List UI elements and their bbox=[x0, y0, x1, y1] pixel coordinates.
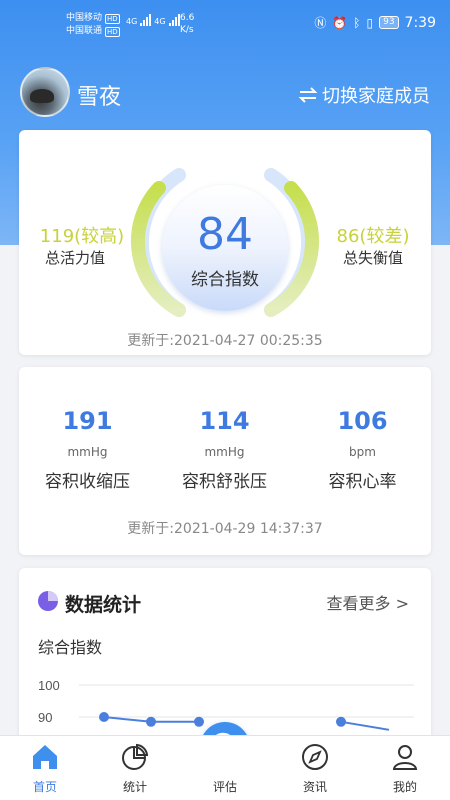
heart-rate-label: 容积心率 bbox=[328, 472, 397, 492]
network-type-1: 4G bbox=[126, 17, 138, 26]
chart-y-tick-label: 90 bbox=[38, 710, 52, 725]
nav-mine-label: 我的 bbox=[392, 780, 417, 794]
heart-rate-unit: bpm bbox=[349, 445, 376, 459]
status-bar: 中国移动 HD 中国联通 HD 4G 4G 6.6 K/s Ⓝ ⏰ ᛒ ▯ 93 7… bbox=[0, 0, 450, 50]
switch-member-button[interactable]: 切换家庭成员 bbox=[298, 82, 430, 108]
carrier-2: 中国联通 bbox=[66, 26, 103, 36]
stats-title: 数据统计 bbox=[65, 594, 142, 616]
systolic-label: 容积收缩压 bbox=[45, 472, 130, 492]
diastolic-value: 114 bbox=[199, 407, 250, 435]
heart-rate-item: 106 bpm 容积心率 bbox=[294, 407, 431, 492]
systolic-item: 191 mmHg 容积收缩压 bbox=[19, 407, 156, 492]
system-icons: Ⓝ ⏰ ᛒ ▯ 93 7:39 bbox=[314, 14, 436, 31]
see-more-link[interactable]: 查看更多 > bbox=[327, 590, 410, 614]
diastolic-label: 容积舒张压 bbox=[182, 472, 267, 492]
speed-value: 6.6 bbox=[180, 13, 195, 23]
composite-index-value: 84 bbox=[197, 209, 253, 260]
bp-updated-time: 更新于:2021-04-29 14:37:37 bbox=[127, 521, 323, 537]
chart-point bbox=[146, 716, 156, 727]
vibrate-icon: ▯ bbox=[366, 15, 374, 30]
swap-icon bbox=[298, 87, 318, 103]
signal-icon bbox=[140, 14, 152, 26]
blood-pressure-card[interactable]: 191 mmHg 容积收缩压 114 mmHg 容积舒张压 106 bpm 容积… bbox=[19, 367, 431, 555]
speed-unit: K/s bbox=[180, 25, 194, 35]
signal-icon bbox=[168, 14, 180, 26]
chart-series-line bbox=[340, 720, 390, 731]
systolic-unit: mmHg bbox=[67, 445, 108, 459]
nfc-icon: Ⓝ bbox=[314, 16, 327, 30]
heart-rate-value: 106 bbox=[337, 407, 388, 435]
nav-home-label: 首页 bbox=[32, 780, 57, 794]
vitality-value: 119(较高) bbox=[39, 226, 125, 247]
home-icon bbox=[33, 745, 57, 769]
hd-badge: HD bbox=[105, 26, 120, 37]
chart-point bbox=[99, 712, 109, 722]
nav-assess[interactable]: 评估 bbox=[180, 736, 270, 800]
alarm-icon: ⏰ bbox=[332, 15, 348, 30]
pie-chart-icon bbox=[38, 591, 58, 611]
stats-card: 数据统计 查看更多 > 综合指数 100 90 bbox=[19, 568, 431, 748]
user-name: 雪夜 bbox=[77, 85, 122, 110]
systolic-value: 191 bbox=[62, 407, 113, 435]
vitality-label: 总活力值 bbox=[44, 249, 105, 267]
composite-index-label: 综合指数 bbox=[191, 270, 259, 290]
battery-icon: 93 bbox=[379, 16, 399, 29]
bluetooth-icon: ᛒ bbox=[353, 15, 361, 30]
index-card[interactable]: 84 综合指数 119(较高) 总活力值 86(较差) 总失衡值 更新于:202… bbox=[19, 130, 431, 355]
compass-icon bbox=[302, 744, 328, 770]
index-updated-time: 更新于:2021-04-27 00:25:35 bbox=[127, 333, 323, 349]
nav-news-label: 资讯 bbox=[302, 780, 327, 794]
nav-stats[interactable]: 统计 bbox=[90, 736, 180, 800]
switch-member-label: 切换家庭成员 bbox=[322, 86, 430, 107]
bottom-nav: 首页 统计 评估 资讯 我的 bbox=[0, 735, 450, 800]
nav-assess-label: 评估 bbox=[212, 780, 237, 794]
composite-index-circle: 84 综合指数 bbox=[162, 185, 288, 311]
diastolic-unit: mmHg bbox=[204, 445, 245, 459]
nav-news[interactable]: 资讯 bbox=[270, 736, 360, 800]
nav-home[interactable]: 首页 bbox=[0, 736, 90, 800]
avatar[interactable] bbox=[20, 67, 70, 117]
hd-badge: HD bbox=[105, 13, 120, 24]
nav-stats-label: 统计 bbox=[122, 780, 147, 794]
chart-y-tick-label: 100 bbox=[38, 678, 60, 693]
imbalance-label: 总失衡值 bbox=[342, 249, 403, 267]
clock: 7:39 bbox=[404, 14, 436, 31]
carrier-info: 中国移动 HD 中国联通 HD bbox=[66, 12, 120, 38]
network-type-2: 4G bbox=[154, 17, 166, 26]
chart-title: 综合指数 bbox=[38, 638, 103, 657]
pie-chart-icon bbox=[122, 743, 149, 770]
user-icon bbox=[392, 745, 418, 770]
network-speed: 6.6 K/s bbox=[180, 12, 194, 36]
carrier-1: 中国移动 bbox=[66, 13, 103, 23]
nav-mine[interactable]: 我的 bbox=[360, 736, 450, 800]
signal-strength: 4G 4G bbox=[126, 14, 180, 26]
imbalance-value: 86(较差) bbox=[336, 226, 410, 247]
diastolic-item: 114 mmHg 容积舒张压 bbox=[156, 407, 293, 492]
chart-point bbox=[336, 716, 346, 727]
